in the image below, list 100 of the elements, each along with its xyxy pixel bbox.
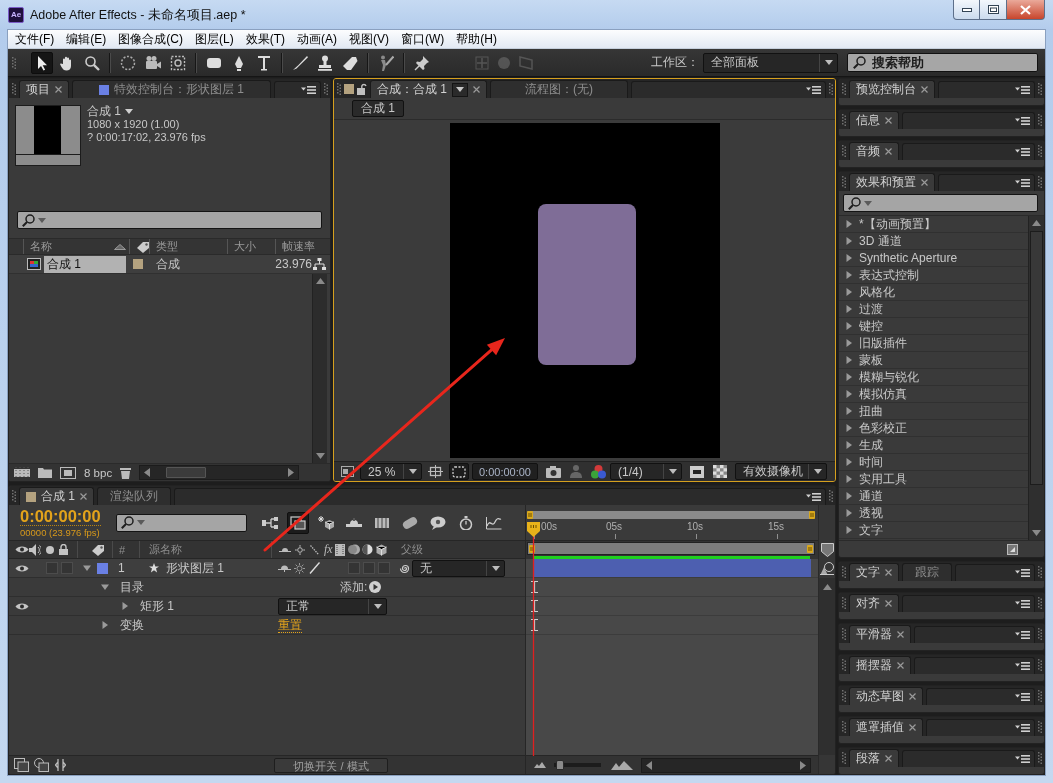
close-icon[interactable] — [909, 693, 916, 700]
disclosure-triangle-icon[interactable] — [83, 564, 91, 572]
column-header[interactable]: 名称 — [23, 239, 129, 254]
panel-tab[interactable]: 预览控制台 — [849, 80, 935, 98]
panel-tab[interactable]: 信息 — [849, 111, 899, 129]
grip-icon[interactable] — [1038, 113, 1042, 126]
minimize-button[interactable] — [953, 0, 980, 20]
bracket-handle-icon[interactable] — [527, 511, 533, 519]
effect-category[interactable]: 风格化 — [839, 284, 1028, 301]
column-header[interactable]: 大小 — [227, 239, 275, 254]
blend-mode-dropdown[interactable]: 正常 — [278, 597, 387, 615]
menu-item[interactable]: 动画(A) — [291, 30, 343, 48]
panel-tab[interactable]: 段落 — [849, 749, 899, 767]
close-icon[interactable] — [897, 662, 904, 669]
close-icon[interactable] — [80, 493, 87, 500]
disclosure-triangle-icon[interactable] — [845, 288, 853, 296]
disclosure-triangle-icon[interactable] — [845, 526, 853, 534]
vertical-scrollbar[interactable] — [312, 274, 327, 463]
bracket-handle-icon[interactable] — [809, 511, 815, 519]
search-field[interactable] — [17, 211, 322, 229]
dome-line-icon[interactable] — [278, 564, 291, 572]
close-icon[interactable] — [885, 148, 892, 155]
workspace-dropdown[interactable]: 全部面板 — [703, 52, 838, 73]
grip-icon[interactable] — [842, 565, 846, 578]
panel-menu-icon[interactable] — [1015, 693, 1030, 701]
spiral-icon[interactable] — [399, 562, 410, 574]
disclosure-triangle-icon[interactable] — [845, 339, 853, 347]
effect-category[interactable]: 模糊与锐化 — [839, 369, 1028, 386]
panel-tab[interactable]: 摇摆器 — [849, 656, 911, 674]
solo-switch[interactable] — [46, 562, 58, 574]
panel-menu-icon[interactable] — [1015, 662, 1030, 670]
grip-icon[interactable] — [324, 82, 328, 95]
arrow-right-icon[interactable] — [800, 760, 806, 770]
vertical-scrollbar[interactable] — [819, 578, 835, 755]
dropdown-arrow-icon[interactable] — [125, 109, 133, 114]
corner-square-icon[interactable] — [1007, 543, 1018, 555]
effect-category[interactable]: 过渡 — [839, 301, 1028, 318]
effect-category[interactable]: 键控 — [839, 318, 1028, 335]
search-field[interactable] — [116, 513, 247, 532]
layer-row[interactable]: 1 形状图层 1 无 — [9, 559, 525, 578]
menu-item[interactable]: 帮助(H) — [450, 30, 503, 48]
grip-icon[interactable] — [842, 596, 846, 609]
grip-icon[interactable] — [1038, 751, 1042, 764]
panel-tab[interactable]: 合成 1 — [19, 487, 94, 505]
horizontal-scrollbar[interactable] — [139, 465, 300, 480]
arrow-down-icon[interactable] — [315, 453, 325, 459]
trash-icon[interactable] — [120, 466, 132, 479]
large-mountains-icon[interactable] — [611, 760, 633, 770]
disclosure-triangle-icon[interactable] — [845, 390, 853, 398]
bracket-handle-icon[interactable] — [807, 544, 813, 553]
disclosure-triangle-icon[interactable] — [845, 305, 853, 313]
panel-menu-icon[interactable] — [1015, 86, 1030, 94]
property-row[interactable]: 矩形 1 正常 — [9, 597, 525, 616]
effect-category[interactable]: 表达式控制 — [839, 267, 1028, 284]
column-header[interactable]: 帧速率 — [275, 239, 330, 254]
menu-item[interactable]: 窗口(W) — [395, 30, 451, 48]
grip-icon[interactable] — [1038, 720, 1042, 733]
panel-menu-icon[interactable] — [1015, 631, 1030, 639]
padlock-icon[interactable] — [357, 82, 367, 95]
panel-tab[interactable]: 项目 — [19, 80, 69, 98]
menu-item[interactable]: 文件(F) — [9, 30, 61, 48]
comp-breadcrumb[interactable]: 合成 1 — [352, 100, 404, 117]
grip-icon[interactable] — [1038, 596, 1042, 609]
sort-arrow-icon[interactable] — [114, 243, 126, 250]
eye-icon[interactable] — [15, 601, 29, 611]
disclosure-triangle-icon[interactable] — [121, 602, 129, 610]
panel-menu-icon[interactable] — [1015, 724, 1030, 732]
grip-icon[interactable] — [842, 82, 846, 95]
current-time-display[interactable]: 0:00:00:00 — [20, 506, 101, 526]
mask-toggle-button[interactable] — [449, 463, 469, 480]
grip-icon[interactable] — [842, 144, 846, 157]
disclosure-triangle-icon[interactable] — [845, 356, 853, 364]
disclosure-triangle-icon[interactable] — [101, 583, 109, 591]
effect-category[interactable]: Synthetic Aperture — [839, 250, 1028, 267]
grip-icon[interactable] — [842, 720, 846, 733]
disclosure-triangle-icon[interactable] — [845, 220, 853, 228]
rgb-circles-icon[interactable] — [590, 464, 607, 479]
film-strip-icon[interactable] — [14, 466, 30, 479]
frame-icon[interactable] — [690, 465, 704, 478]
disclosure-triangle-icon[interactable] — [845, 424, 853, 432]
effect-category[interactable]: 生成 — [839, 437, 1028, 454]
sun-icon[interactable] — [294, 562, 305, 574]
disclosure-triangle-icon[interactable] — [845, 407, 853, 415]
grip-icon[interactable] — [1038, 658, 1042, 671]
arrow-left-icon[interactable] — [646, 760, 652, 770]
panel-tab[interactable]: 遮罩插值 — [849, 718, 923, 736]
arrow-up-icon[interactable] — [315, 278, 325, 284]
panel-tab[interactable]: 对齐 — [849, 594, 899, 612]
folder-icon[interactable] — [38, 467, 52, 478]
scroll-thumb[interactable] — [166, 467, 207, 478]
panel-menu-icon[interactable] — [301, 86, 316, 94]
disclosure-triangle-icon[interactable] — [845, 492, 853, 500]
disclosure-triangle-icon[interactable] — [845, 322, 853, 330]
disclosure-triangle-icon[interactable] — [845, 475, 853, 483]
panel-menu-icon[interactable] — [1015, 117, 1030, 125]
resolution-dropdown[interactable]: (1/4) — [610, 463, 682, 480]
close-icon[interactable] — [885, 569, 892, 576]
tab-dropdown-button[interactable] — [452, 82, 468, 97]
disclosure-triangle-icon[interactable] — [845, 458, 853, 466]
zoom-slider-track[interactable] — [554, 760, 601, 770]
